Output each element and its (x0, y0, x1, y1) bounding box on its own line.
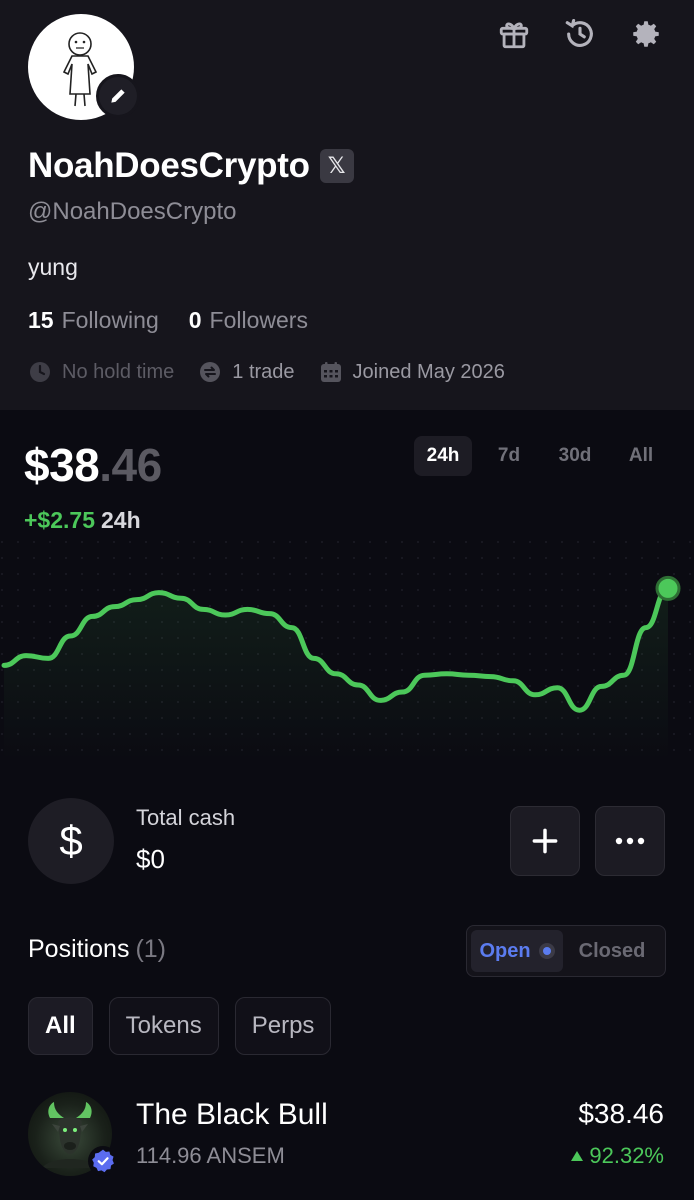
cash-label: Total cash (136, 805, 236, 830)
profile-bio: yung (28, 254, 78, 280)
trades-text: 1 trade (232, 360, 295, 383)
balance-decimal: .46 (99, 439, 162, 491)
followers-label: Followers (209, 307, 308, 333)
hold-time-meta: No hold time (28, 360, 174, 384)
add-cash-button[interactable] (510, 806, 580, 876)
token-change-value: 92.32% (589, 1143, 664, 1168)
toggle-open-label: Open (479, 939, 531, 962)
gift-icon (499, 22, 529, 49)
active-dot-icon (538, 943, 555, 959)
positions-count: (1) (135, 935, 167, 963)
chart-current-point (655, 575, 681, 601)
filter-tokens[interactable]: Tokens (108, 997, 219, 1055)
pencil-icon (111, 89, 125, 103)
followers-count: 0 (188, 307, 202, 333)
clock-icon (30, 362, 50, 382)
token-name: The Black Bull (136, 1098, 328, 1131)
token-change: 92.32% (571, 1143, 664, 1169)
profile-handle: @NoahDoesCrypto (28, 198, 237, 225)
change-period: 24h (101, 507, 141, 533)
toggle-open[interactable]: Open (471, 930, 563, 972)
position-filters: All Tokens Perps (28, 997, 332, 1055)
calendar-icon (320, 362, 341, 382)
following-link[interactable]: 15 Following (28, 307, 159, 334)
toggle-closed[interactable]: Closed (563, 940, 661, 963)
cash-value: $0 (136, 844, 165, 874)
filter-all[interactable]: All (28, 997, 93, 1055)
range-30d[interactable]: 30d (546, 436, 604, 476)
edit-avatar-button[interactable] (96, 74, 140, 118)
swap-icon (200, 362, 221, 382)
joined-text: Joined May 2026 (352, 360, 505, 383)
following-count: 15 (28, 307, 54, 333)
plus-icon (532, 828, 558, 854)
history-icon (565, 18, 593, 47)
positions-label: Positions (28, 935, 130, 963)
x-icon[interactable]: 𝕏 (319, 149, 354, 183)
profile-name: NoahDoesCrypto (28, 146, 310, 185)
profile-header: NoahDoesCrypto 𝕏 @NoahDoesCrypto yung 15… (0, 0, 694, 410)
range-7d[interactable]: 7d (480, 436, 538, 476)
portfolio-change: +$2.75 24h (24, 507, 141, 534)
balance-whole: $38 (24, 439, 100, 491)
up-arrow-icon (571, 1151, 584, 1161)
history-button[interactable] (562, 14, 598, 54)
positions-title: Positions (1) (28, 935, 166, 964)
verified-badge-icon (88, 1146, 118, 1176)
token-value: $38.46 (578, 1098, 664, 1129)
filter-perps[interactable]: Perps (234, 997, 332, 1055)
gear-icon (633, 21, 659, 47)
range-all[interactable]: All (612, 436, 670, 476)
gift-button[interactable] (496, 14, 532, 54)
portfolio-balance: $38.46 (24, 438, 162, 492)
more-options-button[interactable] (595, 806, 665, 876)
hold-time-text: No hold time (62, 360, 175, 383)
following-label: Following (61, 307, 159, 333)
open-closed-toggle: Open Closed (466, 925, 666, 977)
joined-meta: Joined May 2026 (319, 360, 505, 384)
more-icon (615, 837, 645, 845)
range-selector: 24h 7d 30d All (414, 436, 670, 476)
dollar-icon: $ (28, 798, 114, 884)
token-amount: 114.96 ANSEM (136, 1143, 285, 1168)
change-value: +$2.75 (24, 507, 95, 533)
range-24h[interactable]: 24h (414, 436, 472, 476)
portfolio-chart (0, 540, 694, 760)
settings-button[interactable] (628, 14, 664, 54)
trades-meta: 1 trade (198, 360, 295, 384)
followers-link[interactable]: 0 Followers (189, 307, 308, 334)
